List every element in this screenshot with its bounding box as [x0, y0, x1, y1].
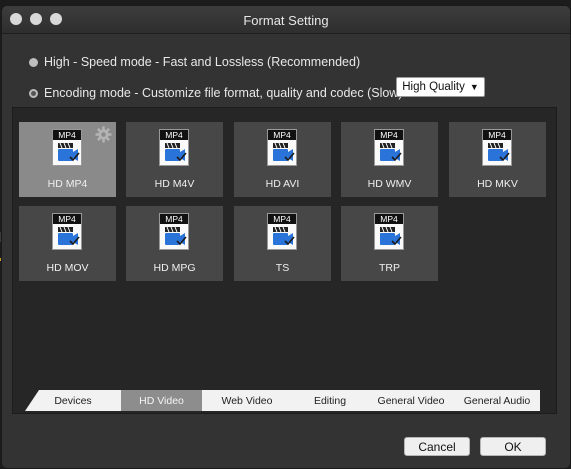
encoding-mode-option[interactable]: Encoding mode - Customize file format, q…	[29, 86, 403, 100]
tab-web-video[interactable]: Web Video	[202, 390, 292, 411]
format-tile-label: HD WMV	[367, 178, 412, 190]
format-tile[interactable]: MP4 HD MKV	[449, 122, 546, 197]
high-speed-label: High - Speed mode - Fast and Lossless (R…	[44, 55, 361, 69]
format-tile-label: HD MP4	[47, 178, 88, 190]
format-tile[interactable]: MP4 HD MOV	[19, 206, 116, 281]
cancel-button[interactable]: Cancel	[404, 437, 470, 456]
format-tile-label: TS	[275, 262, 290, 274]
format-tile[interactable]: MP4 HD M4V	[126, 122, 223, 197]
format-tile[interactable]: MP4 TS	[234, 206, 331, 281]
format-tile[interactable]: MP4 HD AVI	[234, 122, 331, 197]
tab-label: General Video	[377, 394, 445, 407]
video-file-icon: MP4	[159, 213, 189, 250]
encoding-radio[interactable]	[29, 88, 38, 98]
file-type-text: MP4	[273, 130, 291, 140]
tab-label: HD Video	[139, 394, 184, 407]
file-type-text: MP4	[380, 214, 398, 224]
file-type-text: MP4	[380, 130, 398, 140]
tab-label: Devices	[54, 394, 92, 407]
file-type-text: MP4	[273, 214, 291, 224]
high-speed-mode-option[interactable]: High - Speed mode - Fast and Lossless (R…	[29, 55, 360, 69]
gear-icon[interactable]	[95, 126, 112, 143]
quality-dropdown-value: High Quality	[402, 81, 465, 93]
file-type-text: MP4	[165, 130, 183, 140]
format-tile[interactable]: MP4 HD MP4	[19, 122, 116, 197]
format-tile-label: TRP	[379, 262, 400, 274]
format-tile[interactable]: MP4 HD WMV	[341, 122, 438, 197]
category-tab-bar: Devices HD Video Web Video Editing Gener…	[25, 390, 540, 411]
tab-editing[interactable]: Editing	[292, 390, 368, 411]
file-type-text: MP4	[488, 130, 506, 140]
tab-label: Editing	[313, 394, 347, 407]
video-file-icon: MP4	[159, 129, 189, 166]
format-tile[interactable]: MP4 HD MPG	[126, 206, 223, 281]
tab-hd-video[interactable]: HD Video	[121, 390, 202, 411]
format-tile-label: HD MOV	[46, 262, 89, 274]
encoding-label: Encoding mode - Customize file format, q…	[44, 86, 403, 100]
quality-dropdown[interactable]: High Quality ▼	[396, 77, 485, 97]
tab-label: Web Video	[221, 394, 273, 407]
tab-label: General Audio	[463, 394, 531, 407]
tab-general-video[interactable]: General Video	[368, 390, 454, 411]
file-type-text: MP4	[58, 214, 76, 224]
video-file-icon: MP4	[267, 129, 297, 166]
video-file-icon: MP4	[482, 129, 512, 166]
format-tile-label: HD M4V	[154, 178, 195, 190]
video-file-icon: MP4	[52, 213, 82, 250]
tab-general-audio[interactable]: General Audio	[454, 390, 540, 411]
format-tile[interactable]: MP4 TRP	[341, 206, 438, 281]
tab-devices[interactable]: Devices	[25, 390, 121, 411]
video-file-icon: MP4	[52, 129, 82, 166]
file-type-text: MP4	[165, 214, 183, 224]
video-file-icon: MP4	[267, 213, 297, 250]
high-speed-radio[interactable]	[29, 57, 38, 67]
video-file-icon: MP4	[374, 213, 404, 250]
video-file-icon: MP4	[374, 129, 404, 166]
format-tile-label: HD AVI	[265, 178, 300, 190]
title-bar: Format Setting	[2, 6, 570, 34]
dropdown-triangle-icon: ▼	[469, 82, 479, 92]
format-tile-label: HD MKV	[477, 178, 518, 190]
format-tile-label: HD MPG	[153, 262, 196, 274]
window-title: Format Setting	[243, 13, 329, 28]
file-type-text: MP4	[58, 130, 76, 140]
ok-button[interactable]: OK	[480, 437, 546, 456]
